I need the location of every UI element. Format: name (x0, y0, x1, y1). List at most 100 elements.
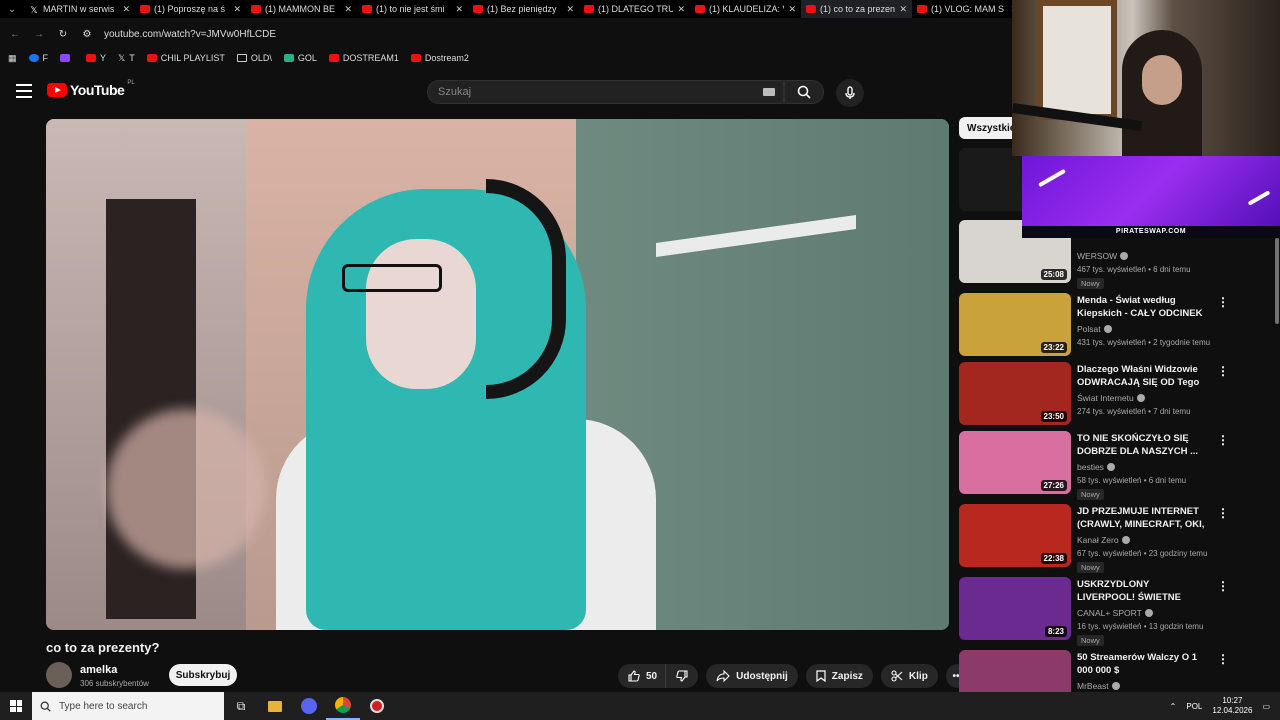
discord-button[interactable] (292, 692, 326, 720)
site-info-icon[interactable]: ⚙ (80, 29, 94, 40)
save-button[interactable]: Zapisz (805, 664, 873, 688)
bookmark-item[interactable]: 𝕏T (118, 53, 135, 64)
more-options-icon[interactable]: ⋮ (1217, 506, 1229, 520)
task-view-button[interactable]: ⧉ (224, 692, 258, 720)
recommended-channel[interactable]: WERSOW (1077, 251, 1129, 261)
back-icon[interactable]: ← (8, 29, 22, 40)
recommended-title[interactable]: Dlaczego Właśni Widzowie ODWRACAJĄ SIĘ O… (1077, 363, 1207, 391)
recommended-video[interactable]: 23:22 Menda - Świat według Kiepskich - CA… (959, 293, 1279, 357)
recommended-title[interactable]: JD PRZEJMUJE INTERNET (CRAWLY, MINECRAFT… (1077, 505, 1207, 533)
recommended-title[interactable]: TO NIE SKOŃCZYŁO SIĘ DOBRZE DLA NASZYCH … (1077, 432, 1207, 458)
close-tab-icon[interactable]: ✕ (455, 4, 463, 15)
channel-label: Kanał Zero (1077, 535, 1119, 545)
recommended-channel[interactable]: CANAL+ SPORT (1077, 608, 1153, 618)
ad-banner[interactable] (1022, 156, 1280, 226)
browser-tab[interactable]: (1) MAMMON BE ✕ (246, 0, 357, 18)
close-tab-icon[interactable]: ✕ (344, 4, 352, 15)
like-button[interactable]: 50 (618, 664, 666, 688)
browser-tab[interactable]: 𝕏 MARTIN w serwis ✕ (24, 0, 135, 18)
bookmark-item[interactable]: DOSTREAM1 (328, 53, 399, 64)
video-thumbnail[interactable]: 23:22 (959, 293, 1071, 356)
browser-tab[interactable]: (1) Poproszę na ś ✕ (135, 0, 246, 18)
more-options-icon[interactable]: ⋮ (1217, 652, 1229, 666)
close-tab-icon[interactable]: ✕ (788, 4, 796, 15)
channel-name[interactable]: amelka (80, 664, 117, 676)
more-options-icon[interactable]: ⋮ (1217, 364, 1229, 378)
scissors-icon (891, 670, 903, 682)
video-thumbnail[interactable]: 23:50 (959, 362, 1071, 425)
bookmark-item[interactable] (60, 53, 74, 64)
recommended-video[interactable]: 8:23 USKRZYDLONY LIVERPOOL! ŚWIETNE GOLE … (959, 577, 1279, 646)
gol-icon (283, 54, 294, 62)
browser-tab[interactable]: (1) KLAUDELIZA: V ✕ (690, 0, 801, 18)
tab-search-icon[interactable]: ⌄ (0, 0, 24, 18)
bookmark-item[interactable]: Dostream2 (410, 53, 469, 64)
forward-icon[interactable]: → (32, 29, 46, 40)
taskbar-search-input[interactable]: Type here to search (32, 692, 224, 720)
tray-chevron-icon[interactable]: ⌃ (1170, 702, 1177, 711)
youtube-icon (140, 5, 150, 13)
browser-tab[interactable]: (1) to nie jest śmi ✕ (357, 0, 468, 18)
video-thumbnail[interactable]: 8:23 (959, 577, 1071, 640)
clip-button[interactable]: Klip (880, 664, 938, 688)
browser-tab[interactable]: (1) Bez pieniędzy ✕ (468, 0, 579, 18)
obs-button[interactable] (360, 692, 394, 720)
recommended-meta: 467 tys. wyświetleń • 6 dni temu (1077, 265, 1191, 274)
browser-tab[interactable]: (1) VLOG: MAM S✕ (912, 0, 1023, 18)
recommended-title[interactable]: 50 Streamerów Walczy O 1 000 000 $ (1077, 651, 1207, 677)
menu-icon[interactable] (16, 84, 32, 98)
recommended-channel[interactable]: Kanał Zero (1077, 535, 1130, 545)
recommended-video[interactable]: 22:38 JD PRZEJMUJE INTERNET (CRAWLY, MINE… (959, 504, 1279, 573)
browser-tab[interactable]: (1) DLATEGO TRU ✕ (579, 0, 690, 18)
bookmark-item[interactable]: GOL (283, 53, 317, 64)
recommended-video[interactable]: 23:50 Dlaczego Właśni Widzowie ODWRACAJĄ … (959, 362, 1279, 426)
start-button[interactable] (0, 692, 32, 720)
recommended-channel[interactable]: MrBeast (1077, 681, 1120, 691)
youtube-icon (473, 5, 483, 13)
bookmark-item[interactable]: Y (86, 53, 106, 64)
subscribe-button[interactable]: Subskrybuj (169, 664, 237, 686)
more-options-icon[interactable]: ⋮ (1217, 579, 1229, 593)
recommended-title[interactable]: Menda - Świat według Kiepskich - CAŁY OD… (1077, 294, 1207, 322)
video-thumbnail[interactable]: 27:26 (959, 431, 1071, 494)
country-code: PL (127, 80, 135, 86)
keyboard-icon[interactable] (763, 88, 775, 96)
subscriber-count: 306 subskrybentów (80, 679, 149, 688)
more-options-icon[interactable]: ⋮ (1217, 295, 1229, 309)
reload-icon[interactable]: ↻ (56, 29, 70, 40)
close-tab-icon[interactable]: ✕ (566, 4, 574, 15)
recommended-video[interactable]: 27:26 TO NIE SKOŃCZYŁO SIĘ DOBRZE DLA NAS… (959, 431, 1279, 500)
video-player[interactable] (46, 119, 949, 630)
close-tab-icon[interactable]: ✕ (899, 4, 907, 15)
url-field[interactable]: youtube.com/watch?v=JMVw0HfLCDE (104, 29, 276, 40)
channel-avatar[interactable] (46, 662, 72, 688)
notifications-icon[interactable]: ▭ (1262, 702, 1270, 711)
sidebar-scrollbar[interactable] (1275, 238, 1279, 324)
bookmark-item[interactable]: CHIL PLAYLIST (146, 53, 225, 64)
share-button[interactable]: Udostępnij (706, 664, 798, 688)
search-button[interactable] (784, 80, 824, 104)
file-explorer-button[interactable] (258, 692, 292, 720)
apps-icon[interactable]: ▦ (8, 53, 17, 64)
voice-search-button[interactable] (836, 79, 864, 107)
close-tab-icon[interactable]: ✕ (677, 4, 685, 15)
close-tab-icon[interactable]: ✕ (233, 4, 241, 15)
more-options-icon[interactable]: ⋮ (1217, 433, 1229, 447)
recommended-channel[interactable]: Polsat (1077, 324, 1112, 334)
recommended-title[interactable]: USKRZYDLONY LIVERPOOL! ŚWIETNE GOLE NA A… (1077, 578, 1207, 606)
bookmark-item[interactable]: OLD\ (236, 53, 272, 64)
recommended-channel[interactable]: Świat Internetu (1077, 393, 1145, 403)
ad-swirl (1247, 190, 1271, 206)
chrome-button[interactable] (326, 692, 360, 720)
clock[interactable]: 10:27 12.04.2026 (1212, 696, 1252, 716)
recommended-channel[interactable]: besties (1077, 462, 1115, 472)
browser-tab[interactable]: (1) co to za prezen ✕ (801, 0, 912, 18)
youtube-logo[interactable]: YouTube PL (47, 80, 135, 98)
language-indicator[interactable]: POL (1186, 702, 1202, 711)
video-frame-glasses (342, 264, 442, 292)
bookmark-item[interactable]: F (28, 53, 48, 64)
video-thumbnail[interactable]: 22:38 (959, 504, 1071, 567)
close-tab-icon[interactable]: ✕ (122, 4, 130, 15)
dislike-button[interactable] (665, 664, 699, 688)
search-input[interactable]: Szukaj (427, 80, 784, 104)
